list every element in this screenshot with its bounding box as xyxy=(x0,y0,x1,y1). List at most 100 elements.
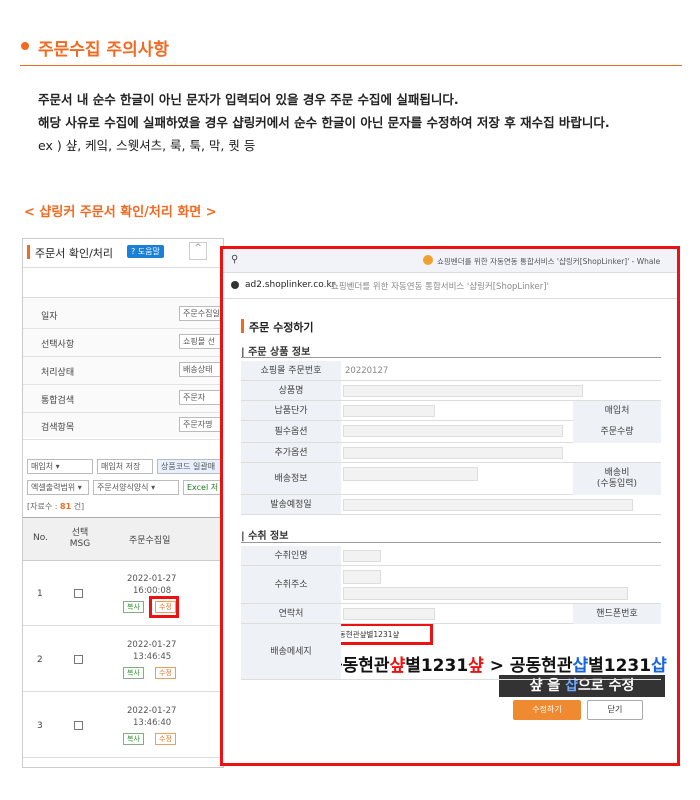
row-checkbox[interactable] xyxy=(74,589,83,598)
button-label: 매입처 저장 xyxy=(101,462,141,471)
row-divider xyxy=(23,757,223,758)
save-purchase-button[interactable]: 매입처 저장 xyxy=(97,459,153,474)
field-input[interactable] xyxy=(343,447,563,459)
divider xyxy=(23,267,223,268)
col-collect-date: 주문수집일 xyxy=(129,536,171,546)
row-number: 1 xyxy=(37,589,43,599)
divider xyxy=(23,356,223,357)
bullet-icon xyxy=(21,42,29,50)
field-input[interactable] xyxy=(343,570,381,584)
copy-button[interactable]: 복사 xyxy=(123,667,144,679)
divider xyxy=(341,380,661,381)
after-fixed-char: 샵 xyxy=(572,656,589,676)
select-label: 주문서양식양식 xyxy=(97,483,149,492)
question-icon: ? xyxy=(131,247,136,256)
field-input[interactable] xyxy=(343,608,435,620)
collect-time: 13:46:40 xyxy=(133,718,172,728)
save-button[interactable]: 수정하기 xyxy=(513,700,581,720)
popup-titlebar: ⚲ 쇼핑벤더를 위한 자동연동 통합서비스 '샵링커[ShopLinker]' … xyxy=(223,249,677,273)
select-label: 매입처 xyxy=(31,462,54,471)
collapse-button[interactable]: ^ xyxy=(189,242,207,260)
popup-urlbar: ad2.shoplinker.co.kr 쇼핑벤더를 위한 자동연동 통합서비스… xyxy=(223,273,677,299)
message-highlight[interactable]: 공동현관샾별1231샾 xyxy=(327,623,433,645)
filter-select[interactable]: 쇼핑몰 선 xyxy=(179,334,223,349)
field-value: 20220127 xyxy=(345,366,389,376)
divider xyxy=(23,384,223,385)
field-label: 수취주소 xyxy=(241,566,341,604)
field-input[interactable] xyxy=(343,550,381,562)
filter-select[interactable]: 배송상태 xyxy=(179,362,223,377)
copy-button[interactable]: 복사 xyxy=(123,601,144,613)
filter-label: 처리상태 xyxy=(41,368,75,378)
button-label: Excel 저 xyxy=(187,483,219,492)
field-input[interactable] xyxy=(343,385,583,397)
popup-heading: 주문 수정하기 xyxy=(249,321,314,334)
field-input[interactable] xyxy=(343,499,633,511)
product-code-button[interactable]: 상품코드 일괄매 xyxy=(157,459,223,474)
excel-button[interactable]: Excel 저 xyxy=(183,480,223,495)
field-input[interactable] xyxy=(343,405,435,417)
field-label: 배송정보 xyxy=(241,463,341,495)
field-input[interactable] xyxy=(343,467,478,481)
filter-select[interactable]: 주문수집일 xyxy=(179,306,223,321)
purchase-select[interactable]: 매입처 ▾ xyxy=(27,459,93,474)
field-label: 납품단가 xyxy=(241,401,341,421)
divider xyxy=(341,514,661,515)
title-marker xyxy=(27,245,30,259)
section-label: < 샵링커 주문서 확인/처리 화면 > xyxy=(24,205,217,220)
url-title: 쇼핑벤더를 위한 자동연동 통합서비스 '샵링커[ShopLinker]' xyxy=(331,282,549,292)
section-product-info: | 주문 상품 정보 xyxy=(241,347,311,358)
close-button[interactable]: 닫기 xyxy=(587,700,643,720)
table-header xyxy=(23,517,223,561)
row-checkbox[interactable] xyxy=(74,721,83,730)
help-badge[interactable]: ? 도움말 xyxy=(127,245,164,258)
excel-range-select[interactable]: 엑셀출력범위 ▾ xyxy=(27,480,89,495)
edit-button[interactable]: 수정 xyxy=(155,733,176,745)
message-value: 공동현관샾별1231샾 xyxy=(332,630,400,639)
field-label: 쇼핑몰 주문번호 xyxy=(241,361,341,381)
after-fixed-char: 샵 xyxy=(651,656,667,676)
field-label: 발송예정일 xyxy=(241,495,341,515)
field-label: 핸드폰번호 xyxy=(573,604,661,624)
filter-label: 통합검색 xyxy=(41,396,75,406)
filter-select[interactable]: 주문자명 xyxy=(179,417,223,432)
button-label: 상품코드 일괄매 xyxy=(161,462,216,471)
record-count: [자료수 : 81 건] xyxy=(27,501,84,512)
row-checkbox[interactable] xyxy=(74,655,83,664)
row-number: 3 xyxy=(37,721,43,731)
collect-time: 16:00:08 xyxy=(133,586,172,596)
count-value: 81 xyxy=(60,502,72,511)
section-receiver-info: | 수취 정보 xyxy=(241,531,289,542)
field-input[interactable] xyxy=(343,425,563,437)
before-text: 별1231 xyxy=(405,656,469,676)
favicon-icon xyxy=(423,255,433,265)
notice-line-2: 해당 사유로 수집에 실패하였을 경우 샵링커에서 순수 한글이 아닌 문자를 … xyxy=(38,115,610,130)
filter-label: 검색항목 xyxy=(41,423,75,433)
collect-date: 2022-01-27 xyxy=(127,574,177,584)
divider xyxy=(20,65,682,66)
caption-text: 샾 을 xyxy=(529,678,566,694)
count-prefix: [자료수 : xyxy=(27,502,58,511)
order-list-screen: 주문서 확인/처리 ? 도움말 ^ 매입처 ▾ 매입처 저장 상품코드 일괄매 … xyxy=(22,238,224,768)
row-number: 2 xyxy=(37,655,43,665)
correction-annotation: 공동현관샾별1231샾 > 공동현관샵별1231샵 xyxy=(327,651,667,676)
copy-button[interactable]: 복사 xyxy=(123,733,144,745)
form-select[interactable]: 주문서양식양식 ▾ xyxy=(93,480,179,495)
col-select: 선택 MSG xyxy=(69,528,91,549)
row-divider xyxy=(23,625,223,626)
field-label: 주문수량 xyxy=(573,421,661,443)
after-text: 별1231 xyxy=(588,656,652,676)
field-label: 추가옵션 xyxy=(241,443,341,463)
field-label: 배송비 (수동입력) xyxy=(573,463,661,495)
notice-example: ex ) 샾, 케잌, 스웻셔츠, 룩, 툭, 막, 퀏 등 xyxy=(38,138,256,153)
caption-text: 으로 수정 xyxy=(578,678,635,694)
url-host[interactable]: ad2.shoplinker.co.kr xyxy=(245,280,335,290)
divider xyxy=(23,328,223,329)
edit-button[interactable]: 수정 xyxy=(155,667,176,679)
window-title: 쇼핑벤더를 위한 자동연동 통합서비스 '샵링커[ShopLinker]' - … xyxy=(437,257,661,266)
row-divider xyxy=(23,691,223,692)
count-suffix: 건] xyxy=(73,502,85,511)
filter-select[interactable]: 주문자 xyxy=(179,390,223,405)
pin-icon[interactable]: ⚲ xyxy=(231,254,238,265)
address-detail-input[interactable] xyxy=(343,587,628,600)
